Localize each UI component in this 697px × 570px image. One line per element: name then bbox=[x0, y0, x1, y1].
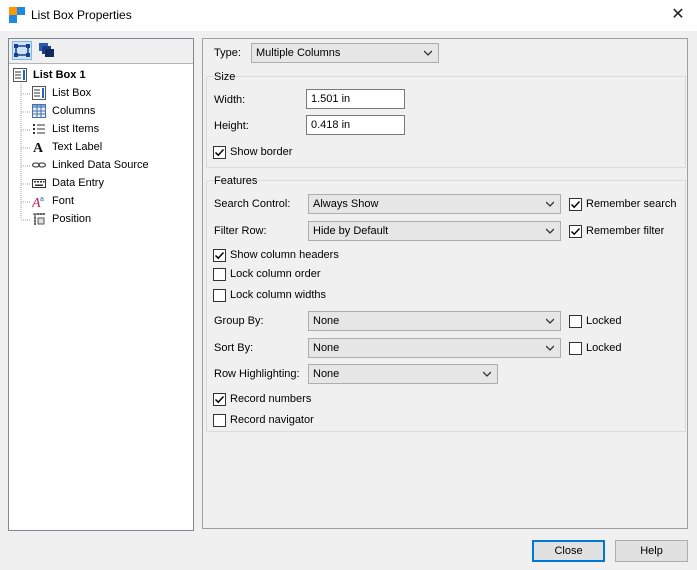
height-label: Height: bbox=[214, 120, 249, 132]
font-icon: A a bbox=[32, 196, 44, 208]
columns-grid-icon bbox=[32, 104, 46, 118]
checkmark-icon bbox=[214, 251, 225, 260]
group-by-dropdown[interactable]: None bbox=[308, 311, 561, 331]
list-box-icon bbox=[13, 68, 27, 82]
list-items-icon bbox=[33, 124, 45, 134]
chevron-down-icon bbox=[483, 371, 491, 377]
window-title: List Box Properties bbox=[31, 8, 132, 22]
type-dropdown[interactable]: Multiple Columns bbox=[251, 43, 439, 63]
checkmark-icon bbox=[214, 148, 225, 157]
sort-by-label: Sort By: bbox=[214, 342, 254, 354]
tree-item-label: Position bbox=[52, 213, 92, 225]
tree-root-label: List Box 1 bbox=[33, 69, 86, 81]
record-numbers-checkbox[interactable] bbox=[213, 393, 226, 406]
show-column-headers-label: Show column headers bbox=[230, 249, 339, 261]
properties-panel: Type: Multiple Columns Size Width: 1.501… bbox=[202, 38, 688, 529]
lock-column-order-label: Lock column order bbox=[230, 268, 321, 280]
layers-tool-icon bbox=[39, 43, 54, 57]
height-input[interactable]: 0.418 in bbox=[306, 115, 405, 135]
record-numbers-label: Record numbers bbox=[230, 393, 312, 405]
lock-column-widths-checkbox[interactable] bbox=[213, 289, 226, 302]
search-control-dropdown[interactable]: Always Show bbox=[308, 194, 561, 214]
sort-by-dropdown[interactable]: None bbox=[308, 338, 561, 358]
features-group-title: Features bbox=[214, 175, 258, 187]
group-by-label: Group By: bbox=[214, 315, 264, 327]
close-button[interactable]: Close bbox=[532, 540, 605, 562]
show-border-checkbox[interactable] bbox=[213, 146, 226, 159]
list-box-icon bbox=[32, 86, 46, 100]
remember-filter-label: Remember filter bbox=[586, 225, 665, 237]
chevron-down-icon bbox=[546, 228, 554, 234]
svg-text:A: A bbox=[33, 141, 44, 154]
width-value: 1.501 in bbox=[311, 93, 351, 105]
group-by-locked-checkbox[interactable] bbox=[569, 315, 582, 328]
tree-item-label: Columns bbox=[52, 105, 96, 117]
tree-item-label: List Items bbox=[52, 123, 100, 135]
remember-filter-checkbox[interactable] bbox=[569, 225, 582, 238]
chevron-down-icon bbox=[546, 201, 554, 207]
group-by-locked-label: Locked bbox=[586, 315, 622, 327]
tree-panel: List Box 1 List Box Columns List Items A bbox=[8, 38, 194, 531]
chevron-down-icon bbox=[546, 318, 554, 324]
record-navigator-checkbox[interactable] bbox=[213, 414, 226, 427]
height-value: 0.418 in bbox=[311, 119, 351, 131]
position-icon bbox=[33, 213, 45, 225]
width-input[interactable]: 1.501 in bbox=[306, 89, 405, 109]
sort-by-value: None bbox=[313, 342, 340, 354]
select-tool-icon bbox=[14, 44, 30, 57]
keyboard-icon bbox=[32, 179, 46, 188]
show-column-headers-checkbox[interactable] bbox=[213, 249, 226, 262]
tree-item-label: Linked Data Source bbox=[52, 159, 149, 171]
link-icon bbox=[32, 162, 46, 168]
tree-item-label: Data Entry bbox=[52, 177, 104, 189]
tree-item-label: Text Label bbox=[52, 141, 103, 153]
record-navigator-label: Record navigator bbox=[230, 414, 314, 426]
checkmark-icon bbox=[570, 227, 581, 236]
close-window-button[interactable]: ✕ bbox=[666, 4, 690, 26]
width-label: Width: bbox=[214, 94, 246, 106]
group-by-value: None bbox=[313, 315, 340, 327]
lock-column-order-checkbox[interactable] bbox=[213, 268, 226, 281]
type-label: Type: bbox=[214, 47, 241, 59]
size-group-title: Size bbox=[214, 71, 236, 83]
title-bar: List Box Properties ✕ bbox=[0, 0, 697, 31]
filter-row-label: Filter Row: bbox=[214, 225, 267, 237]
remember-search-checkbox[interactable] bbox=[569, 198, 582, 211]
chevron-down-icon bbox=[546, 345, 554, 351]
sort-by-locked-checkbox[interactable] bbox=[569, 342, 582, 355]
select-tool-button[interactable] bbox=[12, 41, 32, 60]
remember-search-label: Remember search bbox=[586, 198, 677, 210]
tree-toolbar bbox=[9, 39, 193, 64]
filter-row-dropdown[interactable]: Hide by Default bbox=[308, 221, 561, 241]
search-control-label: Search Control: bbox=[214, 198, 291, 210]
search-control-value: Always Show bbox=[313, 198, 379, 210]
checkmark-icon bbox=[570, 200, 581, 209]
chevron-down-icon bbox=[424, 50, 432, 56]
show-border-label: Show border bbox=[230, 146, 293, 158]
tree-item-label: List Box bbox=[52, 87, 92, 99]
svg-text:a: a bbox=[40, 196, 44, 203]
row-highlighting-label: Row Highlighting: bbox=[214, 368, 300, 380]
text-label-icon: A bbox=[33, 141, 44, 154]
sort-by-locked-label: Locked bbox=[586, 342, 622, 354]
checkmark-icon bbox=[214, 395, 225, 404]
filter-row-value: Hide by Default bbox=[313, 225, 389, 237]
lock-column-widths-label: Lock column widths bbox=[230, 289, 326, 301]
layers-tool-button[interactable] bbox=[36, 41, 56, 60]
row-highlighting-value: None bbox=[313, 368, 340, 380]
row-highlighting-dropdown[interactable]: None bbox=[308, 364, 498, 384]
type-value: Multiple Columns bbox=[256, 47, 341, 59]
tree-item-label: Font bbox=[52, 195, 75, 207]
help-button[interactable]: Help bbox=[615, 540, 688, 562]
app-icon bbox=[9, 7, 25, 23]
